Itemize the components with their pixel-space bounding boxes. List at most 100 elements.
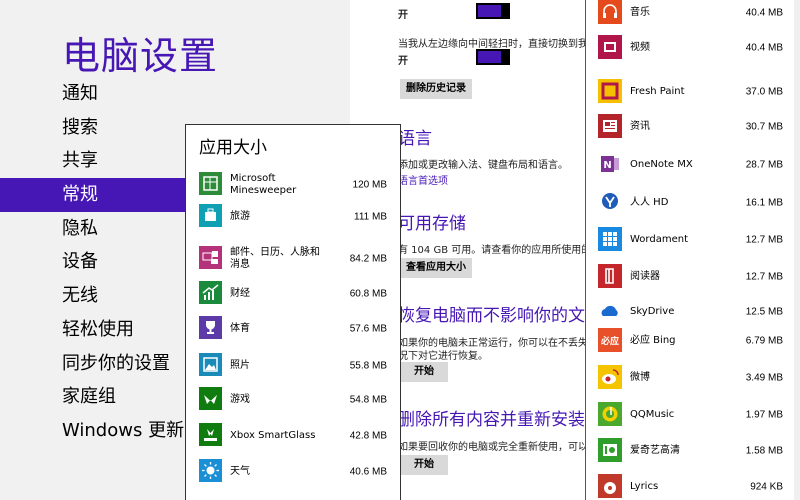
app-size-row[interactable]: 体育 57.6 MB (199, 314, 395, 344)
app-name: 邮件、日历、人脉和消息 (230, 247, 320, 270)
refresh-description: 况下对它进行恢复。 (398, 351, 488, 362)
app-size: 111 MB (354, 211, 387, 223)
reset-start-button[interactable]: 开始 (400, 455, 448, 475)
refresh-start-button[interactable]: 开始 (400, 362, 448, 382)
svg-text:N: N (603, 160, 611, 171)
app-size-row[interactable]: 财经 60.8 MB (199, 279, 395, 309)
page-title: 电脑设置 (62, 34, 219, 78)
app-name: OneNote MX (630, 159, 693, 170)
app-size-row[interactable]: N OneNote MX 28.7 MB (598, 152, 796, 178)
qqmusic-icon (598, 402, 622, 426)
app-size: 28.7 MB (745, 159, 783, 171)
app-size-row[interactable]: Wordament 12.7 MB (598, 227, 796, 253)
app-size: 40.4 MB (745, 7, 783, 19)
app-size: 84.2 MB (349, 253, 387, 265)
wordament-icon (598, 227, 622, 251)
app-size: 60.8 MB (349, 288, 387, 300)
app-size: 30.7 MB (745, 121, 783, 133)
toggle-state-label: 开 (398, 56, 408, 67)
app-size-row[interactable]: 资讯 30.7 MB (598, 114, 796, 140)
refresh-heading: 恢复电脑而不影响你的文 (398, 306, 585, 326)
minesweeper-icon (199, 172, 222, 195)
onenote-icon: N (598, 152, 622, 176)
app-size-row[interactable]: 邮件、日历、人脉和消息 84.2 MB (199, 244, 395, 274)
language-heading: 语言 (398, 129, 432, 149)
app-name: Microsoft Minesweeper (230, 173, 297, 196)
app-size: 1.58 MB (745, 445, 783, 457)
app-name: 照片 (230, 360, 250, 371)
app-size-row[interactable]: 游戏 54.8 MB (199, 385, 395, 415)
app-size: 57.6 MB (349, 323, 387, 335)
app-name: QQMusic (630, 409, 675, 420)
app-size-row[interactable]: 照片 55.8 MB (199, 351, 395, 381)
mail-icon (199, 246, 222, 269)
app-size-row[interactable]: 天气 40.6 MB (199, 457, 395, 487)
finance-icon (199, 281, 222, 304)
app-size: 924 KB (750, 481, 783, 493)
app-name: 体育 (230, 323, 250, 334)
app-size-row[interactable]: 音乐 40.4 MB (598, 0, 796, 26)
app-name: 人人 HD (630, 197, 669, 208)
app-name: 资讯 (630, 121, 650, 132)
app-size-row[interactable]: 人人 HD 16.1 MB (598, 190, 796, 216)
app-size-row[interactable]: 视频 40.4 MB (598, 35, 796, 61)
app-size: 120 MB (352, 179, 387, 191)
app-name: 必应 Bing (630, 335, 676, 346)
app-name: 视频 (630, 42, 650, 53)
sports-icon (199, 316, 222, 339)
app-size-row[interactable]: Xbox SmartGlass 42.8 MB (199, 421, 395, 451)
app-size: 6.79 MB (745, 335, 783, 347)
app-size-row[interactable]: 微博 3.49 MB (598, 365, 796, 391)
app-size: 3.49 MB (745, 372, 783, 384)
app-size-row[interactable]: 必应 必应 Bing 6.79 MB (598, 328, 796, 354)
app-size: 55.8 MB (349, 360, 387, 372)
app-name: 游戏 (230, 394, 250, 405)
app-size: 40.6 MB (349, 466, 387, 478)
app-size-row[interactable]: 旅游 111 MB (199, 202, 395, 232)
skydrive-icon (598, 299, 622, 323)
app-size: 37.0 MB (745, 86, 783, 98)
app-size-row[interactable]: Lyrics 924 KB (598, 474, 796, 500)
app-size: 42.8 MB (349, 430, 387, 442)
edge-swipe-toggle[interactable] (476, 49, 510, 65)
app-name: 音乐 (630, 7, 650, 18)
renren-icon (598, 190, 622, 214)
nav-item-notifications[interactable]: 通知 (0, 77, 350, 111)
app-name: SkyDrive (630, 306, 675, 317)
weibo-icon (598, 365, 622, 389)
scrollbar[interactable] (794, 0, 800, 500)
app-size-row[interactable]: 阅读器 12.7 MB (598, 264, 796, 290)
games-icon (199, 387, 222, 410)
photos-icon (199, 353, 222, 376)
app-name: 旅游 (230, 211, 250, 222)
app-sizes-flyout: 应用大小 Microsoft Minesweeper 120 MB 旅游 111… (185, 124, 401, 500)
language-preferences-link[interactable]: 语言首选项 (398, 172, 448, 187)
language-description: 添加或更改输入法、键盘布局和语言。 (398, 160, 568, 171)
app-name: Fresh Paint (630, 86, 685, 97)
bing-icon: 必应 (598, 328, 622, 352)
app-name: 阅读器 (630, 271, 660, 282)
view-app-sizes-button[interactable]: 查看应用大小 (400, 258, 472, 278)
app-size: 54.8 MB (349, 394, 387, 406)
storage-heading: 可用存储 (398, 214, 466, 234)
app-switch-toggle[interactable] (476, 3, 510, 19)
app-size: 40.4 MB (745, 42, 783, 54)
app-size-row[interactable]: Fresh Paint 37.0 MB (598, 79, 796, 105)
video-icon (598, 35, 622, 59)
app-name: 微博 (630, 372, 650, 383)
app-size: 12.5 MB (745, 306, 783, 318)
app-size-row[interactable]: 爱奇艺高清 1.58 MB (598, 438, 796, 464)
app-name: 财经 (230, 288, 250, 299)
app-name: 爱奇艺高清 (630, 445, 680, 456)
app-size-row[interactable]: SkyDrive 12.5 MB (598, 299, 796, 325)
edge-swipe-description: 当我从左边缘向中间轻扫时，直接切换到我最近 (398, 39, 586, 50)
clear-history-button[interactable]: 删除历史记录 (400, 79, 472, 99)
flyout-title: 应用大小 (199, 138, 267, 158)
app-name: Xbox SmartGlass (230, 430, 316, 441)
app-name: 天气 (230, 466, 250, 477)
app-name: Lyrics (630, 481, 659, 492)
iqiyi-icon (598, 438, 622, 462)
app-size-row[interactable]: QQMusic 1.97 MB (598, 402, 796, 428)
toggle-state-label: 开 (398, 10, 408, 21)
app-size-row[interactable]: Microsoft Minesweeper 120 MB (199, 170, 395, 200)
